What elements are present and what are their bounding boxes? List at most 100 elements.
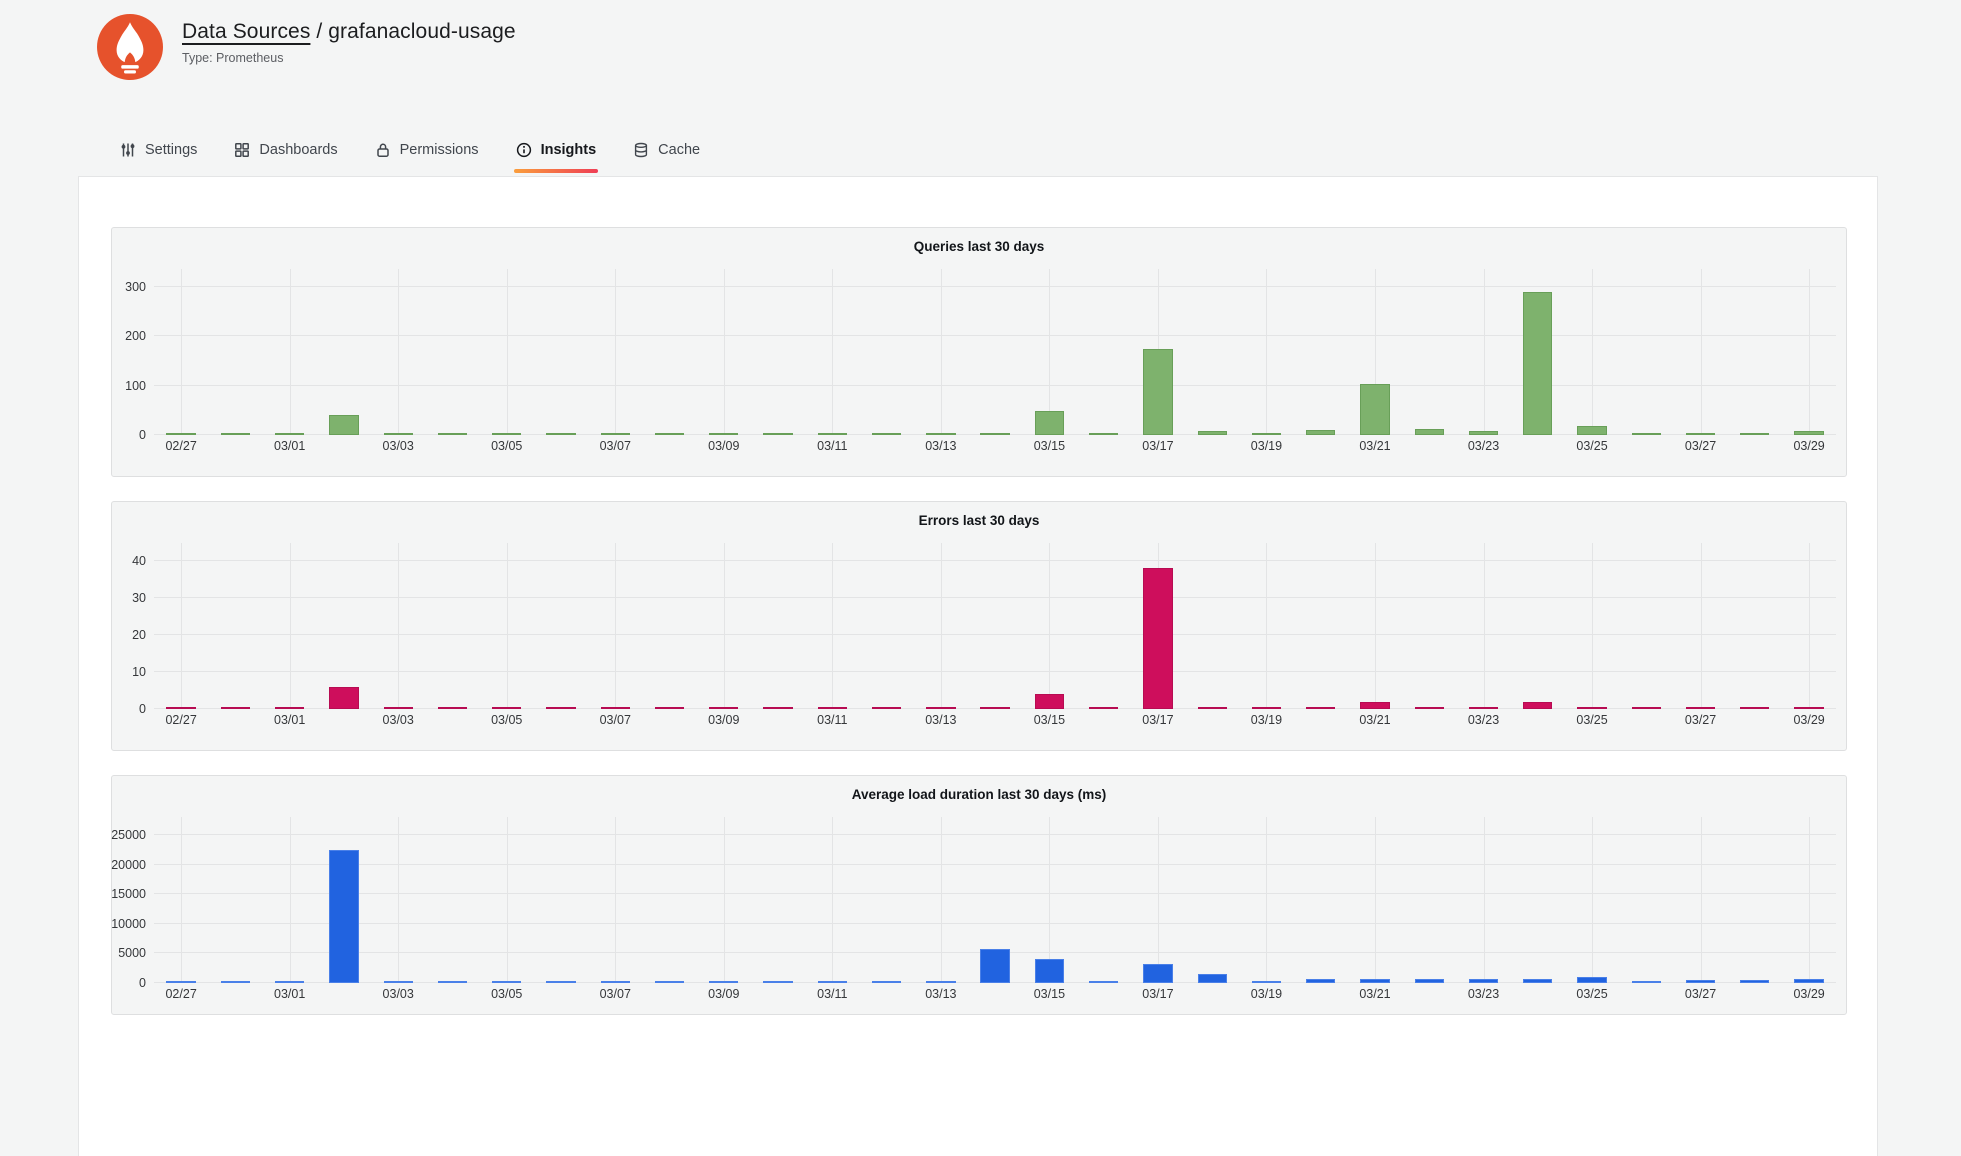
bar-02-27[interactable] xyxy=(166,981,195,983)
bar-03-20[interactable] xyxy=(1306,430,1335,435)
bar-03-22[interactable] xyxy=(1415,707,1444,709)
bar-03-28[interactable] xyxy=(1740,433,1769,435)
bar-03-27[interactable] xyxy=(1686,707,1715,709)
bar-03-09[interactable] xyxy=(709,433,738,435)
bar-03-06[interactable] xyxy=(546,981,575,983)
bar-03-11[interactable] xyxy=(818,707,847,709)
bar-03-04[interactable] xyxy=(438,707,467,709)
bar-03-06[interactable] xyxy=(546,433,575,435)
bar-03-26[interactable] xyxy=(1632,981,1661,983)
bar-03-09[interactable] xyxy=(709,707,738,709)
bar-03-13[interactable] xyxy=(926,707,955,709)
bar-03-10[interactable] xyxy=(763,707,792,709)
bar-02-28[interactable] xyxy=(221,433,250,435)
bar-03-07[interactable] xyxy=(601,981,630,983)
bar-03-25[interactable] xyxy=(1577,426,1606,435)
bar-03-10[interactable] xyxy=(763,433,792,435)
bar-03-02[interactable] xyxy=(329,415,358,435)
bar-03-13[interactable] xyxy=(926,981,955,983)
bar-03-17[interactable] xyxy=(1143,964,1172,983)
bar-03-29[interactable] xyxy=(1794,431,1823,435)
bar-03-05[interactable] xyxy=(492,981,521,983)
bar-03-14[interactable] xyxy=(980,433,1009,435)
bar-03-12[interactable] xyxy=(872,707,901,709)
bar-03-21[interactable] xyxy=(1360,384,1389,435)
bar-03-18[interactable] xyxy=(1198,707,1227,709)
bar-03-09[interactable] xyxy=(709,981,738,983)
tab-permissions[interactable]: Permissions xyxy=(373,137,481,173)
bar-03-27[interactable] xyxy=(1686,433,1715,435)
bar-03-02[interactable] xyxy=(329,687,358,709)
bar-03-24[interactable] xyxy=(1523,979,1552,983)
bar-03-19[interactable] xyxy=(1252,707,1281,709)
bar-03-29[interactable] xyxy=(1794,979,1823,983)
bar-03-27[interactable] xyxy=(1686,980,1715,983)
bar-03-22[interactable] xyxy=(1415,979,1444,983)
bar-03-14[interactable] xyxy=(980,707,1009,709)
bar-03-12[interactable] xyxy=(872,433,901,435)
bar-02-28[interactable] xyxy=(221,981,250,983)
bar-03-24[interactable] xyxy=(1523,292,1552,435)
bar-03-01[interactable] xyxy=(275,433,304,435)
bar-03-01[interactable] xyxy=(275,707,304,709)
bar-03-22[interactable] xyxy=(1415,429,1444,435)
bar-03-19[interactable] xyxy=(1252,433,1281,435)
bar-03-16[interactable] xyxy=(1089,707,1118,709)
bar-03-11[interactable] xyxy=(818,981,847,983)
bar-03-25[interactable] xyxy=(1577,707,1606,709)
bar-03-17[interactable] xyxy=(1143,349,1172,435)
bar-03-04[interactable] xyxy=(438,433,467,435)
bar-03-08[interactable] xyxy=(655,433,684,435)
bar-03-03[interactable] xyxy=(384,981,413,983)
bar-03-21[interactable] xyxy=(1360,979,1389,983)
bar-03-23[interactable] xyxy=(1469,431,1498,435)
bar-03-08[interactable] xyxy=(655,981,684,983)
bar-03-03[interactable] xyxy=(384,433,413,435)
bar-03-15[interactable] xyxy=(1035,694,1064,709)
bar-03-15[interactable] xyxy=(1035,959,1064,983)
bar-02-27[interactable] xyxy=(166,707,195,709)
bar-03-07[interactable] xyxy=(601,433,630,435)
bar-03-10[interactable] xyxy=(763,981,792,983)
bar-03-20[interactable] xyxy=(1306,707,1335,709)
bar-03-23[interactable] xyxy=(1469,707,1498,709)
bar-03-15[interactable] xyxy=(1035,411,1064,435)
tab-cache[interactable]: Cache xyxy=(631,137,702,173)
bar-03-18[interactable] xyxy=(1198,974,1227,983)
bar-03-23[interactable] xyxy=(1469,979,1498,983)
bar-03-13[interactable] xyxy=(926,433,955,435)
bar-03-07[interactable] xyxy=(601,707,630,709)
bar-03-18[interactable] xyxy=(1198,431,1227,435)
bar-03-26[interactable] xyxy=(1632,433,1661,435)
bar-03-20[interactable] xyxy=(1306,979,1335,983)
bar-03-29[interactable] xyxy=(1794,707,1823,709)
bar-03-16[interactable] xyxy=(1089,433,1118,435)
bar-03-05[interactable] xyxy=(492,707,521,709)
bar-03-17[interactable] xyxy=(1143,568,1172,709)
tab-dashboards[interactable]: Dashboards xyxy=(232,137,339,173)
bar-03-01[interactable] xyxy=(275,981,304,983)
bar-03-02[interactable] xyxy=(329,850,358,983)
bar-03-05[interactable] xyxy=(492,433,521,435)
bar-03-08[interactable] xyxy=(655,707,684,709)
bar-03-16[interactable] xyxy=(1089,981,1118,983)
bar-03-14[interactable] xyxy=(980,949,1009,983)
bar-03-19[interactable] xyxy=(1252,981,1281,983)
breadcrumb-data-sources-link[interactable]: Data Sources xyxy=(182,20,310,43)
bar-03-06[interactable] xyxy=(546,707,575,709)
bar-03-12[interactable] xyxy=(872,981,901,983)
bar-03-04[interactable] xyxy=(438,981,467,983)
bar-03-24[interactable] xyxy=(1523,702,1552,709)
bar-03-25[interactable] xyxy=(1577,977,1606,984)
bar-03-28[interactable] xyxy=(1740,980,1769,983)
bar-03-03[interactable] xyxy=(384,707,413,709)
bar-02-27[interactable] xyxy=(166,433,195,435)
bar-03-11[interactable] xyxy=(818,433,847,435)
bar-03-28[interactable] xyxy=(1740,707,1769,709)
bar-03-21[interactable] xyxy=(1360,702,1389,709)
bar-03-26[interactable] xyxy=(1632,707,1661,709)
tab-insights[interactable]: Insights xyxy=(514,137,599,173)
bar-02-28[interactable] xyxy=(221,707,250,709)
day-slot xyxy=(1728,269,1782,435)
tab-settings[interactable]: Settings xyxy=(118,137,199,173)
